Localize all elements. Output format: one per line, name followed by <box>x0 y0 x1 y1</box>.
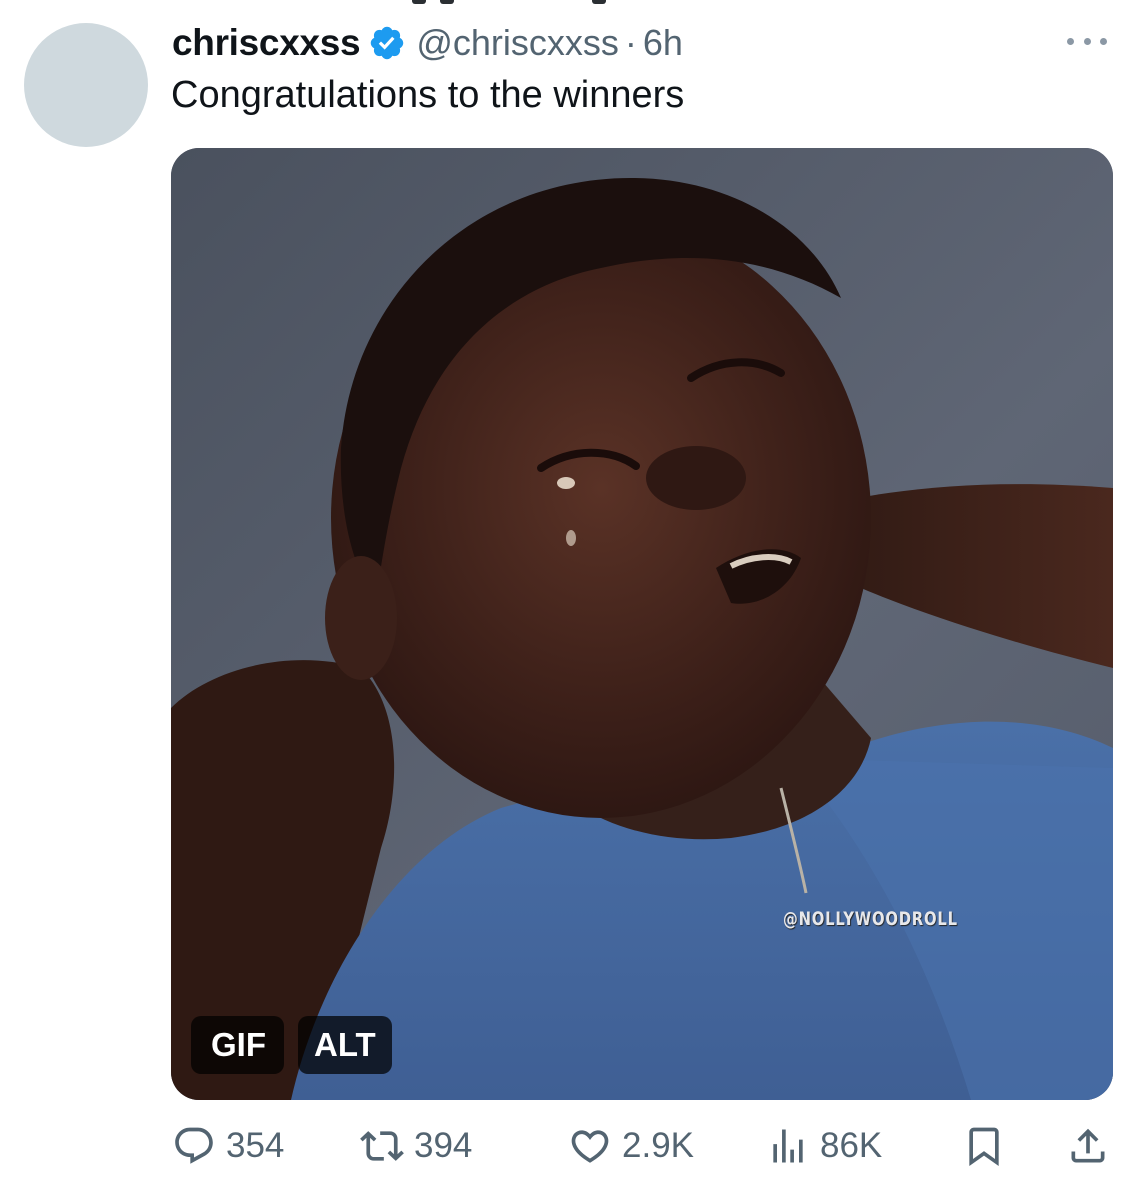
share-upload-icon <box>1071 1128 1105 1163</box>
bookmark-button[interactable] <box>962 1118 1006 1174</box>
like-count: 2.9K <box>622 1126 694 1165</box>
media-gif[interactable]: @NOLLYWOODROLL GIF ALT <box>171 148 1113 1100</box>
avatar[interactable] <box>24 23 148 147</box>
views-button[interactable]: 86K <box>766 1118 882 1174</box>
gif-label: GIF <box>211 1026 266 1063</box>
handle[interactable]: @chriscxxss <box>416 22 619 64</box>
gif-watermark: @NOLLYWOODROLL <box>783 908 958 930</box>
views-count: 86K <box>820 1126 883 1165</box>
repost-count: 394 <box>414 1126 473 1165</box>
tweet-text: Congratulations to the winners <box>171 74 685 116</box>
repost-arrows-icon <box>360 1131 404 1161</box>
alt-text-button[interactable]: ALT <box>298 1016 392 1074</box>
reply-count: 354 <box>226 1126 285 1165</box>
gif-badge: GIF <box>191 1016 284 1074</box>
bookmark-icon <box>969 1127 999 1167</box>
repost-button[interactable]: 394 <box>360 1118 472 1174</box>
action-bar: 354 394 2.9K 86K <box>172 1118 1114 1174</box>
tweet-header: chriscxxss @chriscxxss · 6h <box>172 18 683 68</box>
gif-frame-image <box>171 148 1113 1100</box>
like-button[interactable]: 2.9K <box>568 1118 694 1174</box>
timestamp[interactable]: 6h <box>643 22 683 64</box>
verified-badge-icon <box>368 24 406 62</box>
more-dots-icon[interactable] <box>1063 26 1111 56</box>
display-name[interactable]: chriscxxss <box>172 22 361 64</box>
reply-bubble-icon <box>175 1127 213 1164</box>
heart-icon <box>571 1130 609 1163</box>
media-badges: GIF ALT <box>191 1016 392 1074</box>
reply-button[interactable]: 354 <box>172 1118 284 1174</box>
share-button[interactable] <box>1066 1118 1110 1174</box>
bar-chart-icon <box>773 1129 803 1163</box>
tweet-card[interactable]: chriscxxss @chriscxxss · 6h Congratulati… <box>0 0 1137 1200</box>
separator-dot: · <box>624 22 637 63</box>
previous-content-edge <box>0 0 1137 6</box>
